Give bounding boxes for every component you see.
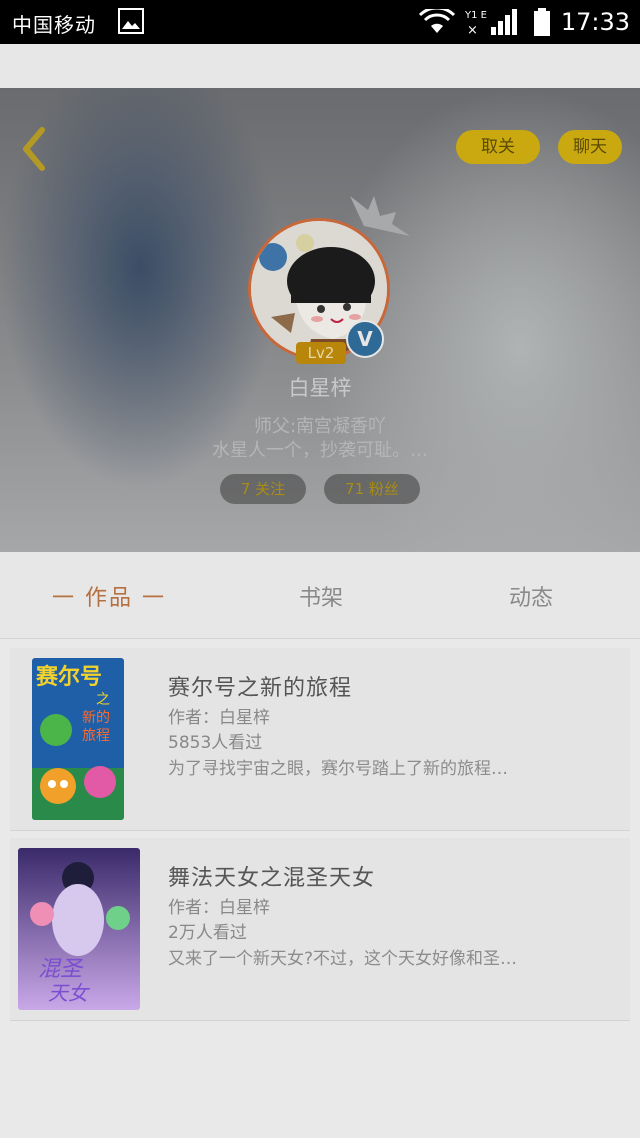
book-title: 赛尔号之新的旅程 [168, 676, 353, 701]
svg-text:新的: 新的 [82, 710, 110, 726]
profile-header: 取关 聊天 V Lv2 白星梓 师父:南宫凝香吖 水星人一个，抄袭可耻。… 7 … [0, 88, 640, 552]
clock: 17:33 [560, 8, 630, 36]
book-cover: 混圣 天女 [18, 848, 140, 1010]
tab-shelf[interactable]: 书架 [276, 580, 366, 612]
book-read-count: 5853人看过 [168, 733, 263, 753]
tab-activity[interactable]: 动态 [486, 580, 576, 612]
profile-tabs: 一 作品 一 书架 动态 [0, 552, 640, 639]
back-arrow-icon[interactable] [18, 126, 52, 172]
wifi-icon [418, 9, 455, 33]
book-description: 又来了一个新天女?不过，这个天女好像和圣… [168, 949, 518, 969]
tab-works[interactable]: 一 作品 一 [46, 580, 172, 612]
status-icons: Y1 E × 17:33 [418, 6, 630, 38]
username: 白星梓 [288, 376, 352, 400]
fans-count[interactable]: 71 粉丝 [324, 474, 420, 504]
unfollow-button[interactable]: 取关 [456, 130, 540, 164]
battery-icon [533, 8, 550, 36]
chat-button[interactable]: 聊天 [558, 130, 622, 164]
top-band [0, 44, 640, 89]
list-item[interactable]: 赛尔号 之 新的 旅程 赛尔号之新的旅程 作者：白星梓 5853人看过 为了寻找… [10, 648, 630, 831]
book-title: 舞法天女之混圣天女 [168, 866, 376, 891]
list-item[interactable]: 混圣 天女 舞法天女之混圣天女 作者：白星梓 2万人看过 又来了一个新天女?不过… [10, 838, 630, 1021]
svg-text:混圣: 混圣 [38, 957, 84, 982]
status-bar: 中国移动 Y1 E × 17:33 [0, 0, 640, 44]
svg-text:Y1 E: Y1 E [465, 10, 487, 21]
svg-text:×: × [467, 23, 478, 37]
signal-icon: Y1 E × [465, 9, 517, 37]
bio: 水星人一个，抄袭可耻。… [212, 440, 428, 461]
svg-text:之: 之 [96, 692, 110, 708]
book-author: 作者：白星梓 [168, 708, 270, 728]
level-badge: Lv2 [296, 342, 346, 364]
svg-text:天女: 天女 [48, 981, 90, 1005]
book-read-count: 2万人看过 [168, 923, 247, 943]
svg-text:旅程: 旅程 [82, 728, 110, 744]
svg-text:赛尔号: 赛尔号 [35, 664, 102, 690]
verified-badge: V [346, 320, 384, 358]
book-author: 作者：白星梓 [168, 898, 270, 918]
carrier-name: 中国移动 [12, 13, 96, 37]
following-count[interactable]: 7 关注 [220, 474, 306, 504]
master-line: 师父:南宫凝香吖 [253, 416, 387, 437]
book-cover: 赛尔号 之 新的 旅程 [32, 658, 124, 820]
book-description: 为了寻找宇宙之眼，赛尔号踏上了新的旅程… [168, 759, 508, 779]
gallery-icon [118, 8, 144, 34]
